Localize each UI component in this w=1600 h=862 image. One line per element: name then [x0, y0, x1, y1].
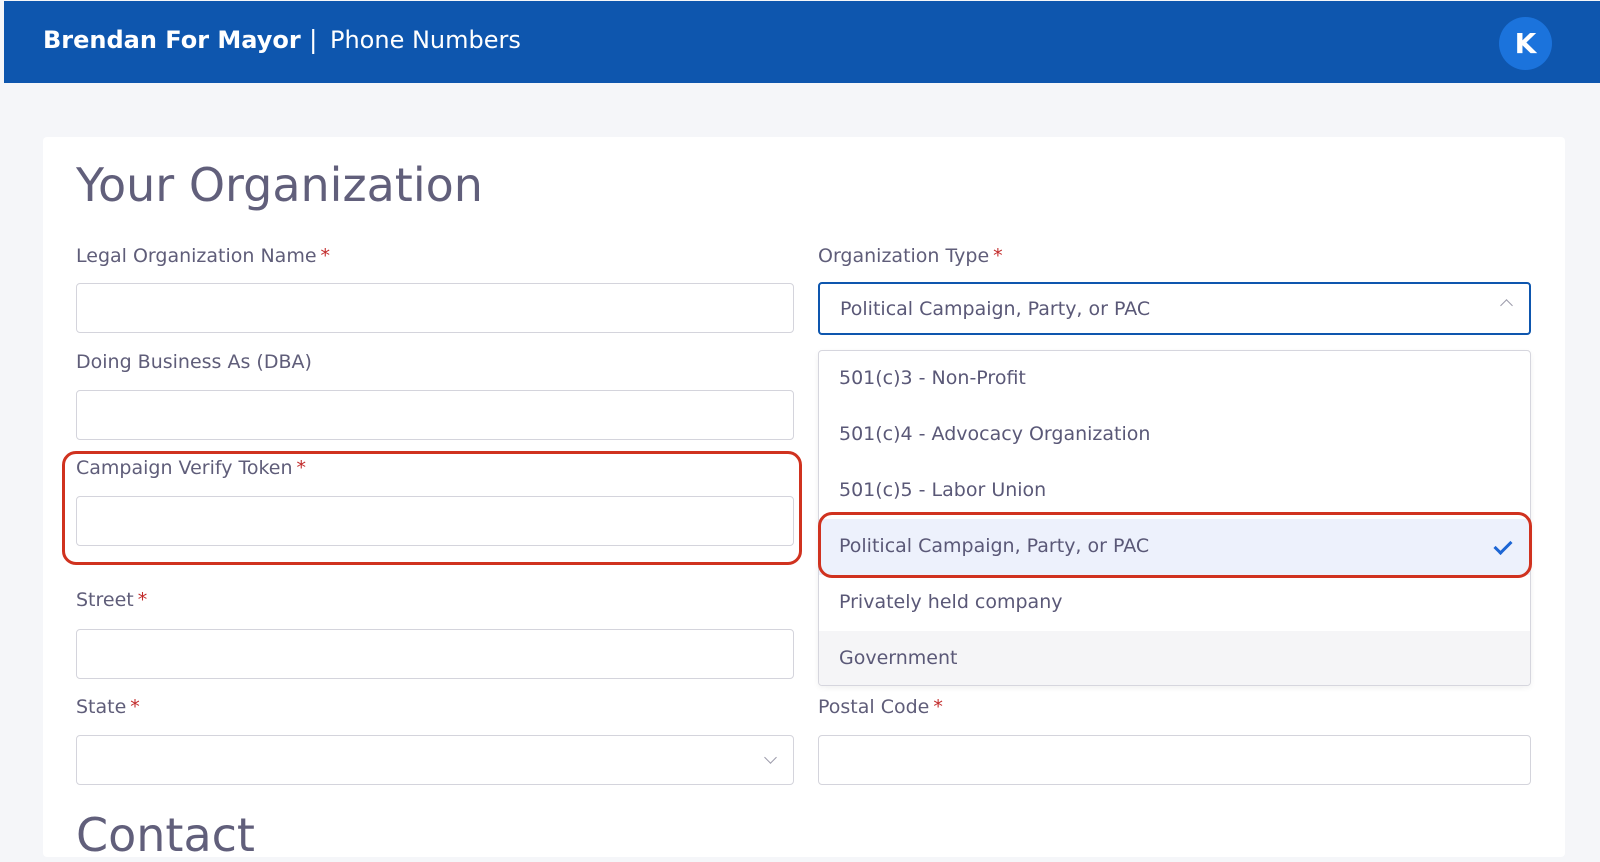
- checkmark-icon: [1493, 535, 1513, 556]
- campaign-token-label: Campaign Verify Token *: [76, 457, 306, 479]
- org-type-label-text: Organization Type: [818, 245, 990, 267]
- legal-name-label-text: Legal Organization Name: [76, 245, 317, 267]
- brand-name[interactable]: Brendan For Mayor: [43, 26, 301, 54]
- option-label: 501(c)5 - Labor Union: [839, 479, 1047, 501]
- org-type-select[interactable]: Political Campaign, Party, or PAC: [818, 282, 1531, 335]
- dba-label: Doing Business As (DBA): [76, 351, 312, 373]
- chevron-down-icon: [764, 751, 777, 764]
- postal-code-label: Postal Code *: [818, 696, 943, 718]
- required-marker: *: [993, 245, 1003, 267]
- chevron-up-icon: [1500, 299, 1513, 312]
- required-marker: *: [933, 696, 943, 718]
- org-type-option-political[interactable]: Political Campaign, Party, or PAC: [819, 519, 1530, 575]
- required-marker: *: [320, 245, 331, 267]
- org-type-selected-value: Political Campaign, Party, or PAC: [840, 298, 1151, 320]
- org-type-option-501c5[interactable]: 501(c)5 - Labor Union: [819, 463, 1530, 519]
- brand-separator: |: [309, 25, 318, 54]
- street-label: Street *: [76, 589, 147, 611]
- user-avatar[interactable]: K: [1499, 17, 1552, 70]
- option-label: Government: [839, 647, 958, 669]
- state-select[interactable]: [76, 735, 794, 785]
- street-label-text: Street: [76, 589, 134, 611]
- campaign-token-input[interactable]: [76, 496, 794, 546]
- option-label: Political Campaign, Party, or PAC: [839, 535, 1150, 557]
- postal-code-input[interactable]: [818, 735, 1531, 785]
- campaign-token-label-text: Campaign Verify Token: [76, 457, 293, 479]
- required-marker: *: [296, 457, 307, 479]
- top-app-bar: Brendan For Mayor | Phone Numbers K: [4, 1, 1600, 83]
- state-label: State *: [76, 696, 140, 718]
- state-label-text: State: [76, 696, 127, 718]
- legal-name-input[interactable]: [76, 283, 794, 333]
- org-type-option-501c4[interactable]: 501(c)4 - Advocacy Organization: [819, 407, 1530, 463]
- option-label: 501(c)4 - Advocacy Organization: [839, 423, 1151, 445]
- street-input[interactable]: [76, 629, 794, 679]
- org-type-option-private[interactable]: Privately held company: [819, 575, 1530, 631]
- dba-label-text: Doing Business As (DBA): [76, 351, 312, 373]
- dba-input[interactable]: [76, 390, 794, 440]
- postal-code-label-text: Postal Code: [818, 696, 930, 718]
- page-title: Your Organization: [76, 158, 483, 212]
- option-label: 501(c)3 - Non-Profit: [839, 367, 1026, 389]
- required-marker: *: [137, 589, 148, 611]
- org-type-option-government[interactable]: Government: [819, 631, 1530, 685]
- org-type-option-501c3[interactable]: 501(c)3 - Non-Profit: [819, 351, 1530, 407]
- section-title: Phone Numbers: [330, 26, 521, 54]
- org-type-dropdown: 501(c)3 - Non-Profit 501(c)4 - Advocacy …: [818, 350, 1531, 686]
- required-marker: *: [130, 696, 140, 718]
- option-label: Privately held company: [839, 591, 1063, 613]
- legal-name-label: Legal Organization Name *: [76, 245, 330, 267]
- org-type-label: Organization Type *: [818, 245, 1003, 267]
- contact-section-title: Contact: [76, 808, 255, 862]
